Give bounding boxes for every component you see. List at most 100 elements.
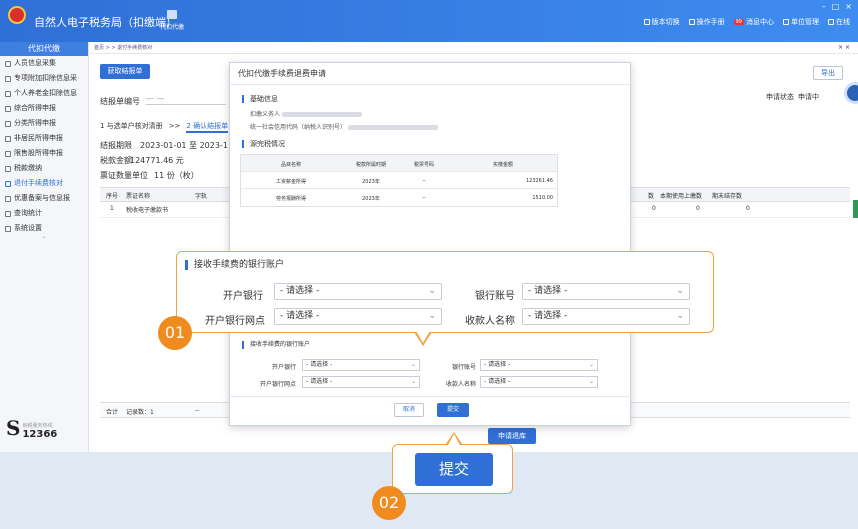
unit-management-link[interactable]: 单位管理: [783, 17, 819, 27]
fee-table: 品目名称 税款所属时期 税票号码 实缴金额 工资薪金所得 2023年 -- 12…: [240, 154, 558, 207]
version-switch-link[interactable]: 版本切换: [643, 17, 680, 27]
minimize-icon[interactable]: –: [822, 2, 826, 11]
query-stats-icon: [5, 210, 11, 217]
sidebar-item-tax-payment[interactable]: 税款缴纳: [0, 161, 88, 176]
submit-button[interactable]: 提交: [437, 403, 469, 417]
system-settings-icon: [5, 225, 11, 232]
tax-bureau-logo: [6, 6, 28, 32]
sidebar-item-classified-income[interactable]: 分类所得申报: [0, 116, 88, 131]
get-report-button[interactable]: 获取结报单: [100, 64, 150, 79]
callout-bank-heading: 接收手续费的银行账户: [185, 260, 284, 270]
module-label: 代扣代缴: [159, 24, 184, 31]
preferential-filing-icon: [5, 195, 11, 202]
sidebar-item-person-info[interactable]: 人员信息采集: [0, 56, 88, 71]
account-placeholder: - 请选择 -: [484, 361, 511, 368]
fee-table-header: 品目名称 税款所属时期 税票号码 实缴金额: [241, 155, 557, 172]
open-bank-select[interactable]: - 请选择 - ⌄: [302, 359, 420, 371]
cert-count-label: 票证数量单位: [100, 171, 148, 180]
footer-dash: --: [195, 407, 200, 414]
callout-submit-button[interactable]: 提交: [415, 453, 493, 486]
message-center-link[interactable]: 99 消息中心: [733, 17, 774, 27]
sidebar-item-query-stats[interactable]: 查询统计: [0, 206, 88, 221]
sidebar-item-label: 限售股所得申报: [14, 149, 63, 157]
close-icon[interactable]: ×: [845, 2, 852, 11]
person-info-icon: [5, 60, 11, 67]
callout-open-bank-placeholder: - 请选择 -: [280, 286, 320, 296]
hotline-logo-mark: S: [6, 416, 21, 440]
module-icon: [167, 10, 177, 19]
module-tab[interactable]: 代扣代缴: [158, 10, 186, 31]
payee-select[interactable]: - 请选择 - ⌄: [480, 376, 598, 388]
fee-col-amount: 实缴金额: [492, 162, 513, 168]
fee-cell-item: 劳务报酬所得: [275, 196, 306, 202]
callout-open-bank-label: 开户银行: [223, 291, 263, 302]
submit-callout-panel: 提交: [392, 444, 513, 494]
switch-icon: [643, 19, 650, 25]
sidebar-item-special-deduction[interactable]: 专项附加扣除信息采: [0, 71, 88, 86]
callout-branch-select[interactable]: - 请选择 - ⌄: [274, 308, 442, 325]
callout-payee-select[interactable]: - 请选择 - ⌄: [522, 308, 690, 325]
special-deduction-icon: [5, 75, 11, 82]
sidebar-item-comprehensive-income[interactable]: 综合所得申报: [0, 101, 88, 116]
sidebar-item-non-resident-income[interactable]: 非居民所得申报: [0, 131, 88, 146]
branch-select[interactable]: - 请选择 - ⌄: [302, 376, 420, 388]
col-period-used: 本期使用上缴数: [660, 193, 703, 200]
step-1-tab[interactable]: 1 与选单户核对清册: [100, 119, 163, 133]
breadcrumb[interactable]: 首页 > > 退付手续费核对: [90, 42, 858, 54]
open-bank-label: 开户银行: [271, 364, 296, 371]
payee-label: 收款人名称: [445, 381, 476, 388]
fee-col-ticket: 税票号码: [413, 162, 434, 168]
withholder-masked: [281, 112, 362, 117]
online-icon: [828, 19, 834, 25]
apply-refund-button[interactable]: 申请退库: [488, 428, 536, 444]
assistant-float-icon[interactable]: [844, 82, 858, 104]
sidebar-item-restricted-stock[interactable]: 限售股所得申报: [0, 146, 88, 161]
callout-1-pointer-inner: [416, 331, 430, 343]
fee-col-item: 品目名称: [280, 162, 301, 168]
window-controls: – □ ×: [822, 2, 852, 11]
cell-period-used: 0: [696, 205, 700, 212]
app-title: 自然人电子税务局（扣缴端）: [34, 16, 177, 29]
maximize-icon[interactable]: □: [832, 2, 840, 11]
cancel-button[interactable]: 取消: [394, 403, 424, 417]
callout-account-select[interactable]: - 请选择 - ⌄: [522, 283, 690, 300]
period-label: 结报期限: [100, 141, 132, 150]
step-2-tab[interactable]: 2 确认结报单: [186, 119, 229, 133]
sidebar-item-fee-refund-check[interactable]: 退付手续费核对: [0, 176, 88, 191]
restricted-stock-icon: [5, 150, 11, 157]
manual-label: 操作手册: [696, 18, 725, 26]
callout-branch-placeholder: - 请选择 -: [280, 311, 320, 321]
fee-cell-period: 2023年: [362, 179, 380, 185]
side-panel-tab[interactable]: [853, 200, 858, 218]
settlement-no-field[interactable]: — —: [146, 94, 226, 105]
hotline-logo: S 纳税服务热线 12366: [6, 416, 57, 440]
fee-refund-dialog: 代扣代缴手续费退费申请 基础信息 扣缴义务人 统一社会信用代码（纳税人识别号） …: [229, 62, 632, 427]
fee-col-period: 税款所属时期: [355, 162, 386, 168]
sidebar-item-pension-deduction[interactable]: 个人养老金扣除信息: [0, 86, 88, 101]
col-voucher-name: 票证名称: [126, 193, 151, 200]
app-window: 自然人电子税务局（扣缴端） 代扣代缴 – □ × 版本切换 操作手册 99 消息中…: [0, 0, 858, 452]
fee-refund-check-icon: [5, 180, 11, 187]
cell-voucher-name: 税收电子缴款书: [126, 207, 169, 214]
account-select[interactable]: - 请选择 - ⌄: [480, 359, 598, 371]
manual-link[interactable]: 操作手册: [688, 17, 725, 27]
cell-seq: 1: [110, 205, 114, 212]
callout-open-bank-select[interactable]: - 请选择 - ⌄: [274, 283, 442, 300]
header-links: 版本切换 操作手册 99 消息中心 单位管理 在线: [643, 17, 850, 27]
sidebar-item-label: 查询统计: [14, 209, 42, 217]
sidebar-item-system-settings[interactable]: 系统设置: [0, 221, 88, 236]
callout-2-pointer-inner: [448, 434, 460, 445]
tax-amount-label: 税款金额: [100, 156, 132, 165]
step-separator: >>: [168, 122, 181, 130]
fee-cell-item: 工资薪金所得: [275, 179, 306, 185]
online-status[interactable]: 在线: [828, 17, 850, 27]
export-button[interactable]: 导出: [813, 66, 843, 80]
tab-close-icon[interactable]: × ×: [838, 42, 850, 54]
sidebar-collapse-icon[interactable]: ⌃: [0, 236, 88, 246]
withholder-row: 扣缴义务人: [250, 109, 362, 118]
step-tabs: 1 与选单户核对清册 >> 2 确认结报单: [100, 119, 229, 133]
fee-cell-amount: 1510.00: [532, 195, 553, 201]
dialog-footer: 取消 提交: [230, 396, 632, 427]
sidebar-item-preferential-filing[interactable]: 优惠备案与信息报: [0, 191, 88, 206]
message-badge: 99: [733, 19, 744, 25]
